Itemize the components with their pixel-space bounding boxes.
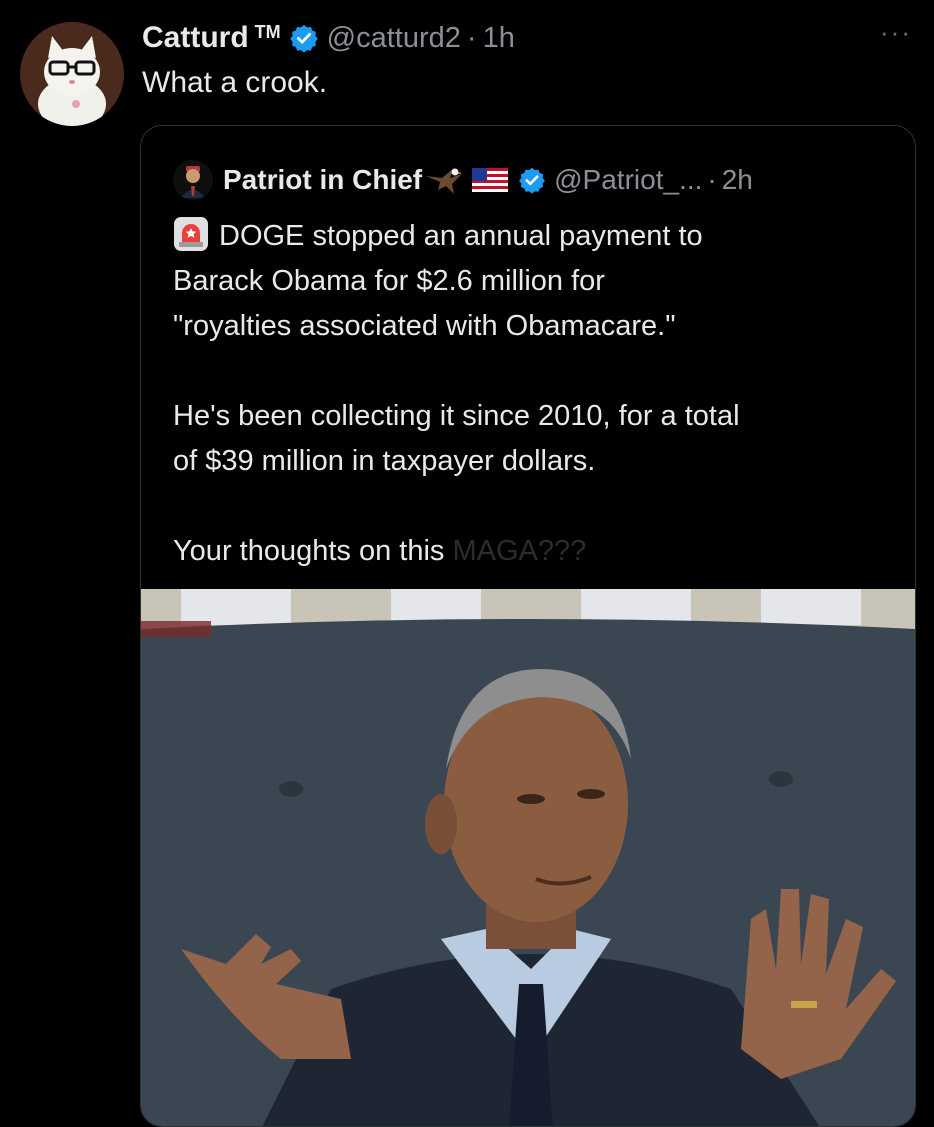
quoted-text-line: Barack Obama for $2.6 million for xyxy=(173,265,605,297)
eagle-icon xyxy=(426,168,463,194)
quoted-media-image[interactable] xyxy=(141,589,915,1126)
author-name[interactable]: Catturd xyxy=(142,21,249,55)
quoted-tweet-header: Patriot in Chief @Patriot_... · 2h xyxy=(173,160,753,200)
quoted-tweet[interactable]: Patriot in Chief @Patriot_... · 2h DOGE … xyxy=(140,125,916,1127)
faded-text: MAGA??? xyxy=(452,535,587,567)
siren-icon xyxy=(174,217,208,251)
quoted-text-line: of $39 million in taxpayer dollars. xyxy=(173,445,596,477)
shrug-photo xyxy=(141,589,915,1126)
verified-badge-icon xyxy=(289,24,318,53)
author-handle[interactable]: @catturd2 xyxy=(327,22,461,55)
quoted-text-line: DOGE stopped an annual payment to xyxy=(173,214,893,259)
author-trademark: TM xyxy=(254,21,281,42)
quoted-question: Your thoughts on this MAGA??? xyxy=(173,535,587,567)
author-avatar[interactable] xyxy=(20,22,124,126)
tweet-header: Catturd TM @catturd2 · 1h xyxy=(142,18,515,58)
quoted-text-line: He's been collecting it since 2010, for … xyxy=(173,400,740,432)
cat-avatar-icon xyxy=(20,22,124,126)
us-flag-icon xyxy=(472,168,509,192)
separator-dot: · xyxy=(707,164,717,195)
quoted-author-avatar[interactable] xyxy=(173,160,213,200)
separator-dot: · xyxy=(466,21,477,54)
tweet-text: What a crook. xyxy=(142,66,328,99)
quoted-text-line: "royalties associated with Obamacare." xyxy=(173,310,676,342)
tweet-time[interactable]: 1h xyxy=(483,22,515,55)
quoted-author-name[interactable]: Patriot in Chief xyxy=(223,164,422,196)
quoted-author-handle[interactable]: @Patriot_... xyxy=(554,164,702,196)
verified-badge-icon xyxy=(519,167,546,194)
more-icon[interactable]: ··· xyxy=(880,19,912,45)
quoted-tweet-time[interactable]: 2h xyxy=(722,164,753,196)
quoted-tweet-text: DOGE stopped an annual payment to Barack… xyxy=(173,214,893,574)
